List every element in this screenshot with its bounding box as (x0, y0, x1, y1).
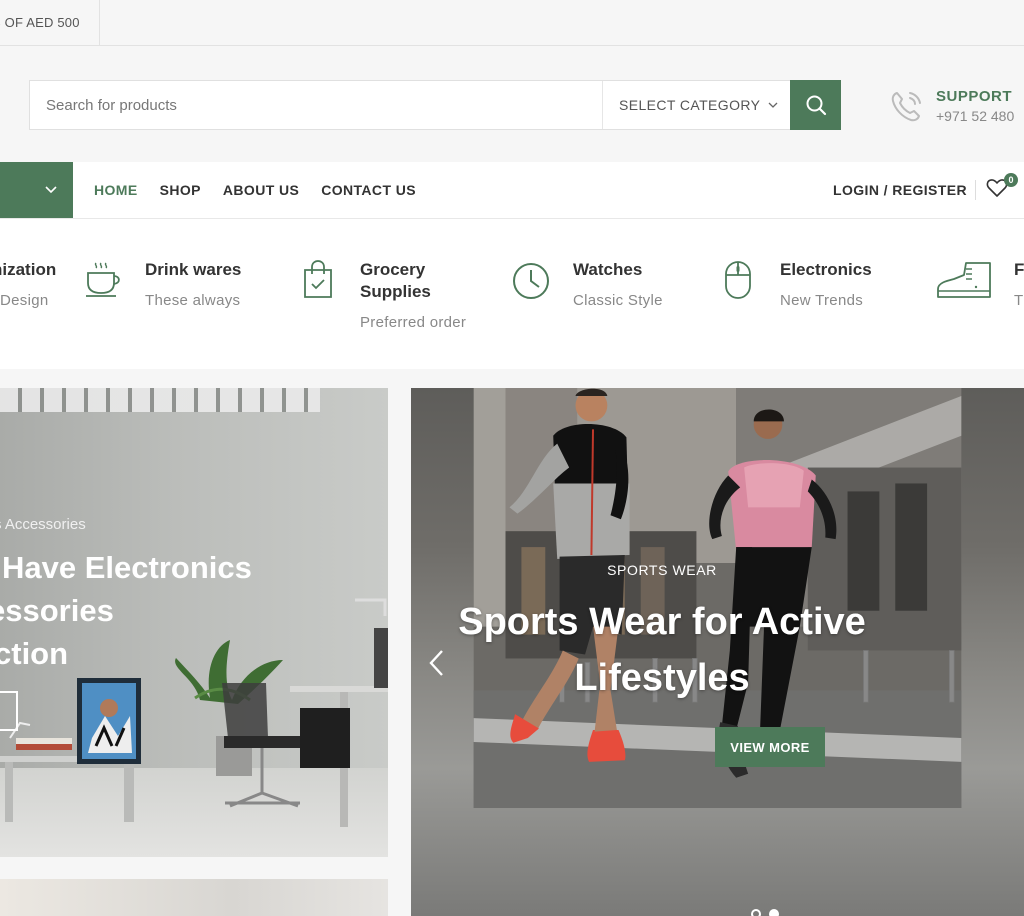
carousel-dot-active[interactable] (769, 909, 779, 916)
nav-menu: HOME SHOP ABOUT US CONTACT US (94, 162, 416, 218)
carousel-dots (751, 909, 779, 916)
view-more-button[interactable]: VIEW MORE (715, 727, 825, 767)
sports-wear-banner[interactable]: SPORTS WEAR Sports Wear for Active Lifes… (411, 388, 1024, 916)
category-subtitle: These always (145, 292, 241, 309)
banner-heading: Have Electronics essories ction (0, 546, 252, 675)
category-item[interactable]: Electronics New Trends (718, 259, 872, 309)
clock-icon (513, 263, 549, 299)
main-nav: HOME SHOP ABOUT US CONTACT US LOGIN / RE… (0, 162, 1024, 219)
category-item[interactable]: Watches Classic Style (511, 259, 663, 309)
nav-divider (975, 180, 976, 200)
category-item[interactable]: Grocery Supplies Preferred order (298, 259, 480, 331)
top-bar: S OF AED 500 (0, 0, 1024, 46)
banner-button-fragment[interactable] (0, 691, 18, 731)
category-subtitle: Design (0, 292, 49, 309)
phone-icon (891, 92, 921, 122)
category-subtitle: New Trends (780, 292, 864, 309)
category-strip: nization Design Drink wares These always (0, 219, 1024, 369)
category-subtitle: Classic Style (573, 292, 663, 309)
banner-heading-line: ction (0, 636, 69, 671)
wishlist-button[interactable]: 0 (986, 173, 1018, 202)
search-button[interactable] (790, 80, 841, 130)
nav-about-us[interactable]: ABOUT US (223, 182, 299, 198)
mouse-icon (725, 261, 751, 299)
electronics-banner[interactable]: s Accessories Have Electronics essories … (0, 388, 388, 857)
search-icon (806, 95, 826, 116)
category-item[interactable]: Drink wares These always (83, 259, 241, 309)
support-phone: +971 52 480 (936, 108, 1015, 124)
carousel-dot[interactable] (751, 909, 761, 916)
page: S OF AED 500 SELECT CATEGORY SUPPORT +97… (0, 0, 1024, 916)
banner-subtitle: s Accessories (0, 516, 86, 533)
banner-heading: Sports Wear for Active Lifestyles (411, 594, 1020, 706)
chevron-down-icon (45, 186, 57, 194)
chevron-down-icon (768, 102, 778, 108)
nav-contact-us[interactable]: CONTACT US (321, 182, 416, 198)
browse-categories-button[interactable] (0, 162, 73, 218)
banner-heading-line: Lifestyles (574, 657, 750, 699)
banner-heading-line: Sports Wear for Active (458, 601, 866, 643)
banner-subtitle: SPORTS WEAR (607, 562, 717, 578)
category-title: Electronics (780, 260, 872, 279)
category-select[interactable]: SELECT CATEGORY (602, 81, 790, 129)
category-subtitle: Preferred order (360, 314, 467, 331)
support-block[interactable]: SUPPORT +971 52 480 (888, 82, 1014, 130)
boot-icon (937, 262, 991, 298)
banner-window (0, 388, 320, 412)
nav-shop[interactable]: SHOP (160, 182, 201, 198)
category-item[interactable]: F T (936, 259, 1024, 309)
promo-text: S OF AED 500 (0, 0, 100, 46)
category-title: Watches (573, 260, 643, 279)
lower-banner[interactable] (0, 879, 388, 916)
cup-icon (86, 262, 120, 297)
category-title: Drink wares (145, 260, 242, 279)
wishlist-count-badge: 0 (1004, 173, 1018, 187)
banner-heading-line: essories (0, 593, 114, 628)
category-select-label: SELECT CATEGORY (619, 97, 761, 113)
shopping-bag-icon (304, 260, 332, 298)
category-title: nization (0, 260, 57, 279)
category-subtitle: T (1014, 292, 1024, 309)
category-title: F (1014, 260, 1024, 279)
support-title: SUPPORT (936, 88, 1013, 105)
category-title: Grocery Supplies (360, 260, 431, 301)
search-bar: SELECT CATEGORY (29, 80, 841, 130)
login-register-link[interactable]: LOGIN / REGISTER (833, 162, 967, 218)
nav-home[interactable]: HOME (94, 182, 138, 198)
header: SELECT CATEGORY SUPPORT +971 52 480 (0, 46, 1024, 162)
banner-heading-line: Have Electronics (2, 550, 252, 585)
search-input[interactable] (30, 81, 602, 129)
category-item[interactable]: nization Design (0, 259, 56, 309)
